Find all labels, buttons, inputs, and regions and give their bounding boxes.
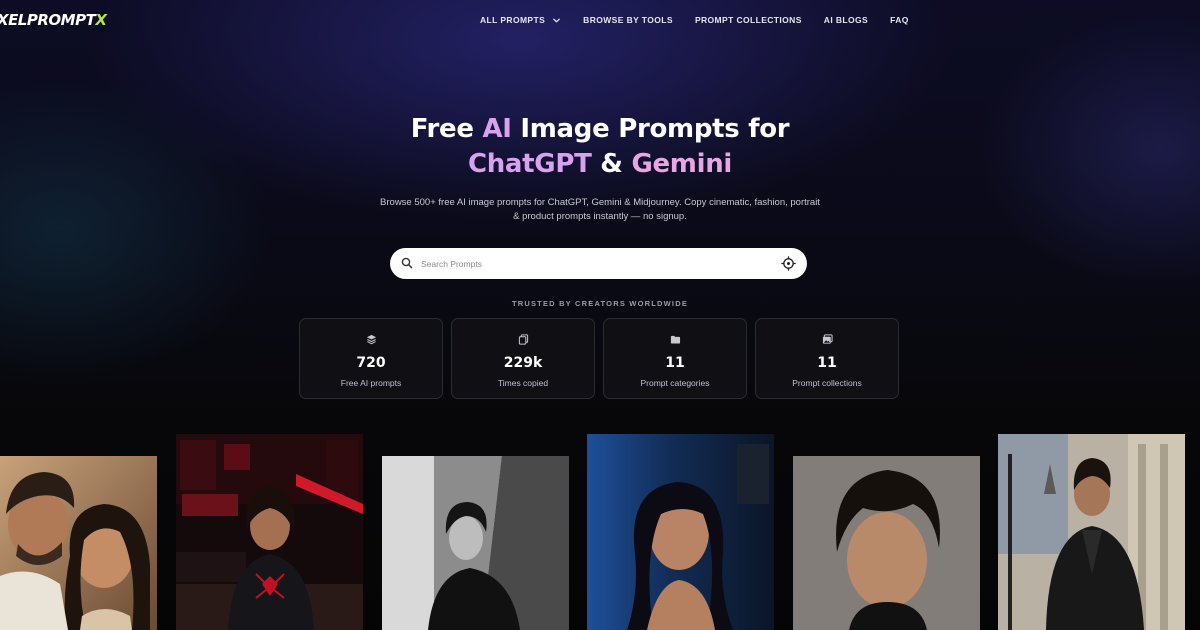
chevron-down-icon: [553, 18, 561, 22]
hero-title-chatgpt: ChatGPT: [467, 149, 592, 179]
folder-icon: [670, 335, 681, 344]
stat-label: Prompt collections: [792, 378, 862, 388]
stat-card-prompts: 720 Free AI prompts: [299, 318, 443, 399]
hero-title-amp: &: [591, 149, 632, 179]
gallery-image-gamer-girl[interactable]: [176, 434, 363, 630]
nav-all-prompts-label: ALL PROMPTS: [480, 15, 546, 25]
stat-value: 11: [665, 355, 685, 371]
top-nav: XELPROMPTX ALL PROMPTS BROWSE BY TOOLS P…: [0, 0, 1200, 42]
nav-faq-label: FAQ: [890, 15, 909, 25]
hero-title: Free AI Image Prompts for ChatGPT & Gemi…: [0, 112, 1200, 182]
stat-value: 720: [356, 355, 386, 371]
stat-label: Times copied: [497, 378, 549, 388]
nav-faq[interactable]: FAQ: [890, 15, 909, 25]
nav-prompt-collections[interactable]: PROMPT COLLECTIONS: [695, 15, 802, 25]
stat-card-categories: 11 Prompt categories: [603, 318, 747, 399]
nav-browse-by-tools[interactable]: BROWSE BY TOOLS: [583, 15, 673, 25]
stats-row: 720 Free AI prompts 229k Times copied 11…: [299, 318, 907, 399]
nav-all-prompts[interactable]: ALL PROMPTS: [480, 15, 561, 25]
stat-label: Prompt categories: [640, 378, 710, 388]
woman-portrait-photo: [587, 434, 774, 630]
site-logo[interactable]: XELPROMPTX: [0, 11, 107, 29]
stat-card-copied: 229k Times copied: [451, 318, 595, 399]
gallery-image-man-street[interactable]: [998, 434, 1185, 630]
stat-value: 11: [817, 355, 837, 371]
crosshair-icon[interactable]: [781, 256, 796, 271]
hero-title-gemini: Gemini: [631, 149, 733, 179]
gamer-girl-photo: [176, 434, 363, 630]
gallery-image-bw-portrait[interactable]: [382, 456, 569, 630]
man-closeup-photo: [793, 456, 980, 630]
stat-value: 229k: [503, 355, 543, 371]
logo-text: XELPROMPT: [0, 11, 96, 29]
hero-subtitle-line2: & product prompts instantly — no signup.: [513, 211, 687, 222]
hero-title-part1: Free: [410, 114, 483, 144]
couple-photo: [0, 456, 157, 630]
hero-title-highlight: AI: [482, 114, 512, 144]
copy-icon: [518, 334, 529, 345]
stat-card-collections: 11 Prompt collections: [755, 318, 899, 399]
nav-prompt-collections-label: PROMPT COLLECTIONS: [694, 15, 802, 25]
logo-accent: X: [95, 11, 107, 29]
search-bar[interactable]: [390, 248, 807, 279]
gallery-image-couple[interactable]: [0, 456, 157, 630]
bw-portrait-photo: [382, 456, 569, 630]
images-icon: [822, 334, 833, 344]
man-street-photo: [998, 434, 1185, 630]
hero-subtitle: Browse 500+ free AI image prompts for Ch…: [360, 196, 840, 224]
main-menu: ALL PROMPTS BROWSE BY TOOLS PROMPT COLLE…: [480, 15, 931, 25]
nav-browse-by-tools-label: BROWSE BY TOOLS: [583, 15, 673, 25]
hero-subtitle-line1: Browse 500+ free AI image prompts for Ch…: [380, 197, 820, 208]
search-input[interactable]: [421, 254, 761, 273]
search-icon[interactable]: [401, 257, 413, 269]
trusted-text: TRUSTED BY CREATORS WORLDWIDE: [511, 299, 689, 308]
gallery-image-man-closeup[interactable]: [793, 456, 980, 630]
nav-ai-blogs-label: AI BLOGS: [823, 15, 869, 25]
gallery-image-woman-portrait[interactable]: [587, 434, 774, 630]
nav-ai-blogs[interactable]: AI BLOGS: [824, 15, 868, 25]
stat-label: Free AI prompts: [340, 378, 402, 388]
hero-title-part2: Image Prompts for: [511, 114, 790, 144]
layers-icon: [366, 334, 377, 345]
